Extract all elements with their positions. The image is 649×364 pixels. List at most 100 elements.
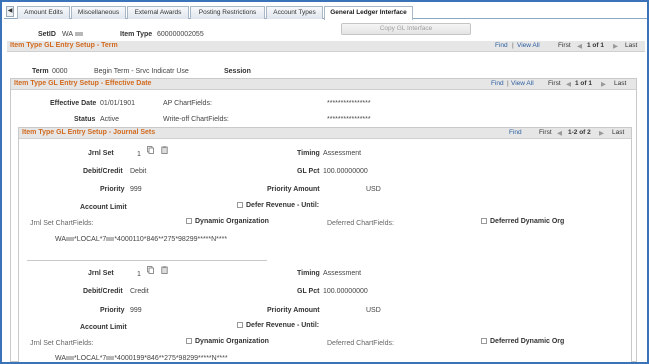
journal-last-link[interactable]: Last [612, 129, 624, 136]
effdt-view-all-link[interactable]: View All [511, 80, 534, 87]
effdt-next-icon[interactable]: ▶ [601, 80, 606, 88]
effdt-group-header: Item Type GL Entry Setup - Effective Dat… [11, 79, 636, 90]
view-all-text: View All [511, 80, 534, 87]
journal-find-link[interactable]: Find [509, 129, 522, 136]
dynamic-organization-checkbox[interactable] [186, 338, 192, 344]
page-frame: ◀ Amount Edits Miscellaneous External Aw… [0, 0, 649, 364]
tab-external-awards[interactable]: External Awards [127, 6, 189, 19]
debit-credit-label: Debit/Credit [83, 288, 123, 295]
term-group-header: Item Type GL Entry Setup - Term Find | V… [7, 41, 645, 52]
journal-pager: 1-2 of 2 [568, 129, 591, 136]
deferred-dynamic-org-checkbox[interactable] [481, 338, 487, 344]
priority-value: 999 [130, 186, 142, 193]
tab-posting-restrictions[interactable]: Posting Restrictions [190, 6, 265, 19]
find-text: Find [509, 129, 522, 136]
tab-miscellaneous[interactable]: Miscellaneous [71, 6, 126, 19]
jrnl-set-value: 1 [137, 151, 141, 158]
currency-value: USD [366, 307, 381, 314]
tab-label: Amount Edits [24, 9, 63, 16]
jrnl-set-label: Jrnl Set [88, 270, 114, 277]
effdt-prev-icon[interactable]: ◀ [566, 80, 571, 88]
chartfield-suffix: *4000199*846**275*98299*****N**** [114, 355, 228, 362]
journal-first-link[interactable]: First [539, 129, 552, 136]
chartfield-prefix: WA [55, 355, 67, 362]
item-type-value: 600000002055 [157, 31, 204, 38]
jrnl-set-label: Jrnl Set [88, 150, 114, 157]
ap-chartfields-value: **************** [327, 100, 371, 107]
tab-scroll-left-icon[interactable]: ◀ [6, 6, 14, 17]
tab-label: External Awards [134, 9, 182, 16]
effdt-last-link[interactable]: Last [614, 80, 626, 87]
setid-label: SetID [38, 31, 56, 38]
effdt-pager: 1 of 1 [575, 80, 592, 87]
writeoff-chartfields-value: **************** [327, 116, 371, 123]
effdt-find-link[interactable]: Find [491, 80, 504, 87]
effdt-separator: | [507, 80, 509, 87]
setid-text: WA [62, 31, 73, 38]
writeoff-chartfields-label: Write-off ChartFields: [163, 116, 229, 123]
chartfield-mid: *LOCAL*7 [74, 236, 107, 243]
find-text: Find [495, 42, 508, 49]
deferred-chartfields-label: Deferred ChartFields: [327, 340, 394, 347]
journal-prev-icon[interactable]: ◀ [557, 129, 562, 137]
status-value: Active [100, 116, 120, 123]
row-divider [27, 260, 267, 261]
term-prev-icon[interactable]: ◀ [577, 42, 582, 50]
currency-value: USD [366, 186, 381, 193]
deferred-chartfields-label: Deferred ChartFields: [327, 220, 394, 227]
copy-gl-interface-button[interactable]: Copy GL Interface [341, 23, 471, 35]
term-view-all-link[interactable]: View All [517, 42, 540, 49]
tab-account-types[interactable]: Account Types [266, 6, 323, 19]
effective-date-value: 01/01/1901 [100, 100, 136, 107]
tab-amount-edits[interactable]: Amount Edits [17, 6, 70, 19]
deferred-dynamic-org-checkbox[interactable] [481, 218, 487, 224]
term-pager: 1 of 1 [587, 42, 604, 49]
timing-value: Assessment [323, 150, 362, 157]
timing-label: Timing [297, 270, 320, 277]
account-limit-label: Account Limit [80, 204, 127, 211]
account-limit-label: Account Limit [80, 324, 127, 331]
defer-revenue-label: Defer Revenue - Until: [246, 202, 320, 209]
defer-revenue-label: Defer Revenue - Until: [246, 322, 320, 329]
tab-label: Account Types [273, 9, 316, 16]
paste-icon[interactable] [161, 146, 168, 154]
dynamic-organization-checkbox[interactable] [186, 218, 192, 224]
term-value: 0000 [52, 68, 68, 75]
chartfield-prefix: WA [55, 236, 67, 243]
paste-icon[interactable] [161, 266, 168, 274]
deferred-dynamic-org-label: Deferred Dynamic Org [490, 338, 565, 345]
term-last-link[interactable]: Last [625, 42, 637, 49]
priority-label: Priority [100, 186, 125, 193]
priority-label: Priority [100, 307, 125, 314]
timing-label: Timing [297, 150, 320, 157]
term-next-icon[interactable]: ▶ [613, 42, 618, 50]
dynamic-organization-label: Dynamic Organization [195, 218, 269, 225]
tab-label: General Ledger Interface [330, 9, 407, 16]
effective-date-label: Effective Date [50, 100, 97, 107]
jrnl-chartfields-label: Jrnl Set ChartFields: [30, 220, 94, 227]
gl-pct-value: 100.00000000 [323, 168, 368, 175]
jrnl-set-value: 1 [137, 271, 141, 278]
tab-general-ledger-interface[interactable]: General Ledger Interface [324, 6, 413, 20]
journal-next-icon[interactable]: ▶ [599, 129, 604, 137]
term-find-link[interactable]: Find [495, 42, 508, 49]
gl-pct-label: GL Pct [297, 288, 320, 295]
chartfield-string: WA *LOCAL*7 *4000199*846**275*98299*****N*… [55, 355, 228, 362]
term-first-link[interactable]: First [558, 42, 571, 49]
session-label: Session [224, 68, 251, 75]
copy-icon[interactable] [147, 146, 154, 154]
defer-revenue-checkbox[interactable] [237, 322, 243, 328]
journal-group-title: Item Type GL Entry Setup - Journal Sets [22, 129, 156, 136]
defer-revenue-checkbox[interactable] [237, 202, 243, 208]
term-separator: | [512, 42, 514, 49]
effdt-first-link[interactable]: First [548, 80, 561, 87]
term-group-title: Item Type GL Entry Setup - Term [10, 42, 118, 49]
copy-icon[interactable] [147, 266, 154, 274]
jrnl-chartfields-label: Jrnl Set ChartFields: [30, 340, 94, 347]
journal-group-header: Item Type GL Entry Setup - Journal Sets … [19, 128, 631, 139]
term-description: Begin Term - Srvc Indicatr Use [94, 68, 189, 75]
chartfield-string: WA *LOCAL*7 *4000110*846**275*98299*****N*… [55, 236, 227, 243]
setid-value: WA [62, 31, 83, 38]
status-label: Status [74, 116, 96, 123]
ap-chartfields-label: AP ChartFields: [163, 100, 212, 107]
